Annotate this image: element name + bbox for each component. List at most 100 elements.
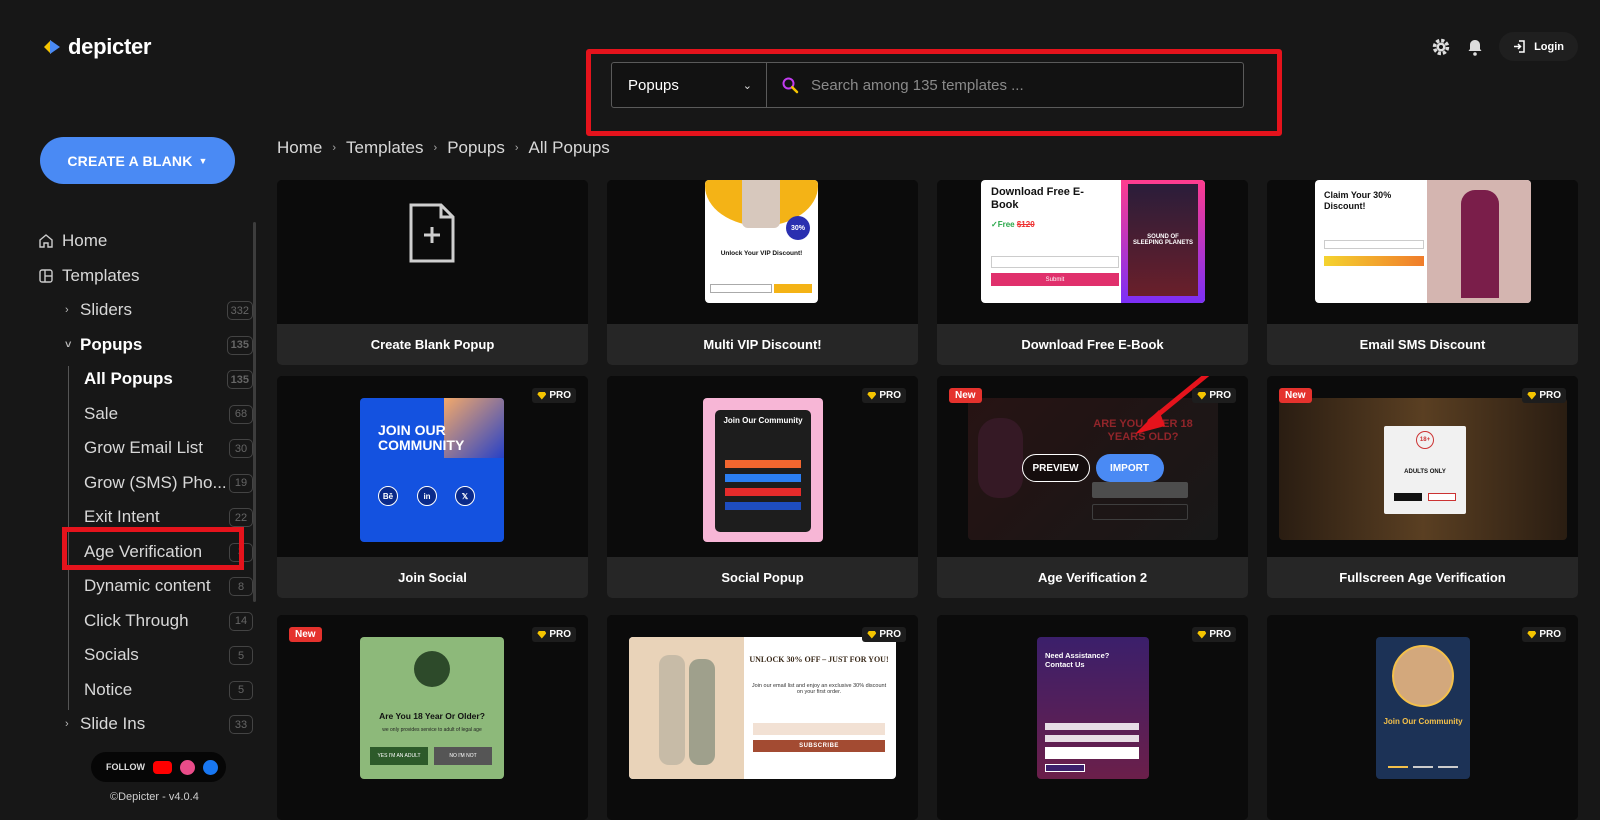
template-card-join-social[interactable]: JOIN OUR COMMUNITY Bē in 𝕏 PRO Join Soci… bbox=[277, 376, 588, 598]
chevron-down-icon: ⌄ bbox=[742, 79, 752, 92]
breadcrumb-popups[interactable]: Popups bbox=[447, 138, 505, 158]
template-card-email-sms[interactable]: Claim Your 30% Discount! Email SMS Disco… bbox=[1267, 180, 1578, 365]
thumb-preview: 30% Unlock Your VIP Discount! bbox=[705, 180, 818, 303]
template-card-age-18[interactable]: Are You 18 Year Or Older? we only provid… bbox=[277, 615, 588, 820]
gem-icon bbox=[867, 630, 877, 639]
count-badge: 135 bbox=[226, 370, 253, 389]
sidebar-item-socials[interactable]: Socials 5 bbox=[38, 638, 253, 673]
thumb-button: SUBSCRIBE bbox=[753, 740, 885, 752]
login-button[interactable]: Login bbox=[1499, 32, 1578, 61]
category-select-value: Popups bbox=[628, 76, 679, 94]
sidebar-item-click-through[interactable]: Click Through 14 bbox=[38, 604, 253, 639]
new-badge: New bbox=[949, 388, 982, 403]
dribbble-icon[interactable] bbox=[180, 759, 195, 775]
card-title: Fullscreen Age Verification bbox=[1267, 557, 1578, 598]
template-card-community-profile[interactable]: Join Our Community PRO bbox=[1267, 615, 1578, 820]
preview-button[interactable]: PREVIEW bbox=[1021, 454, 1090, 482]
thumb-heading: UNLOCK 30% OFF – JUST FOR YOU! bbox=[749, 655, 889, 664]
chevron-right-icon: › bbox=[65, 304, 69, 317]
sidebar-item-sliders[interactable]: › Sliders 332 bbox=[38, 293, 253, 328]
card-title: Email SMS Discount bbox=[1267, 324, 1578, 365]
chevron-down-icon: ˅ bbox=[65, 338, 72, 351]
count-badge: 30 bbox=[229, 439, 253, 458]
count-badge: 33 bbox=[229, 715, 253, 734]
template-card-age-verification-2[interactable]: ARE YOU OVER 18 YEARS OLD? PREVIEW IMPOR… bbox=[937, 376, 1248, 598]
breadcrumb-home[interactable]: Home bbox=[277, 138, 322, 158]
search-input[interactable] bbox=[799, 63, 1243, 107]
template-card-social-popup[interactable]: Join Our Community PRO Social Popup bbox=[607, 376, 918, 598]
gem-icon bbox=[537, 391, 547, 400]
sidebar-item-templates[interactable]: Templates bbox=[38, 259, 248, 294]
pro-badge: PRO bbox=[862, 388, 906, 403]
card-title: Join Social bbox=[277, 557, 588, 598]
template-card-fullscreen-age[interactable]: 18+ ADULTS ONLY New PRO Fullscreen Age V… bbox=[1267, 376, 1578, 598]
sidebar-item-notice[interactable]: Notice 5 bbox=[38, 673, 253, 708]
sidebar-item-all-popups[interactable]: All Popups 135 bbox=[38, 362, 253, 397]
sidebar-item-label: Grow (SMS) Pho... bbox=[84, 472, 227, 492]
breadcrumb-templates[interactable]: Templates bbox=[346, 138, 423, 158]
gear-icon[interactable] bbox=[1431, 37, 1451, 57]
follow-bar: FOLLOW bbox=[91, 752, 226, 782]
thumb-preview: JOIN OUR COMMUNITY Bē in 𝕏 bbox=[360, 398, 504, 542]
card-title: Multi VIP Discount! bbox=[607, 324, 918, 365]
youtube-icon[interactable] bbox=[153, 760, 172, 774]
sidebar-item-slide-ins[interactable]: › Slide Ins 33 bbox=[38, 707, 253, 742]
category-select[interactable]: Popups ⌄ bbox=[612, 63, 767, 107]
template-card-download-ebook[interactable]: Download Free E-Book ✓Free $120 Submit S… bbox=[937, 180, 1248, 365]
search-icon bbox=[782, 77, 799, 94]
sidebar-item-home[interactable]: Home bbox=[38, 224, 248, 259]
logo-text: depicter bbox=[68, 34, 152, 59]
template-card-unlock-30[interactable]: UNLOCK 30% OFF – JUST FOR YOU! Join our … bbox=[607, 615, 918, 820]
template-card-multi-vip[interactable]: 30% Unlock Your VIP Discount! Multi VIP … bbox=[607, 180, 918, 365]
thumb-heading: Download Free E-Book bbox=[991, 186, 1084, 212]
count-badge: 22 bbox=[229, 508, 253, 527]
sidebar-item-label: Sale bbox=[84, 403, 119, 423]
thumb-free-label: ✓Free bbox=[991, 220, 1015, 229]
file-plus-icon bbox=[409, 203, 455, 263]
follow-label: FOLLOW bbox=[106, 762, 145, 772]
count-badge: 14 bbox=[229, 611, 253, 631]
pro-badge: PRO bbox=[532, 627, 576, 642]
sidebar-item-grow-sms[interactable]: Grow (SMS) Pho... 19 bbox=[38, 466, 253, 501]
create-blank-button[interactable]: CREATE A BLANK ▼ bbox=[40, 137, 235, 184]
gem-icon bbox=[1527, 630, 1537, 639]
thumb-heading: Join Our Community bbox=[723, 416, 803, 425]
template-card-create-blank[interactable]: Create Blank Popup bbox=[277, 180, 588, 365]
discount-badge: 30% bbox=[786, 216, 810, 240]
pro-badge: PRO bbox=[862, 627, 906, 642]
depicter-logo[interactable]: depicter bbox=[42, 34, 151, 60]
chevron-right-icon: › bbox=[65, 718, 69, 731]
breadcrumb-all-popups: All Popups bbox=[528, 138, 610, 157]
sidebar-item-sale[interactable]: Sale 68 bbox=[38, 397, 253, 432]
template-card-contact-us[interactable]: Need Assistance? Contact Us PRO bbox=[937, 615, 1248, 820]
age-badge: 18+ bbox=[1416, 431, 1434, 449]
thumb-preview: Need Assistance? Contact Us bbox=[1037, 637, 1149, 779]
caret-down-icon: ▼ bbox=[198, 155, 208, 166]
chevron-right-icon: › bbox=[332, 142, 337, 154]
chevron-right-icon: › bbox=[433, 142, 438, 154]
import-button[interactable]: IMPORT bbox=[1095, 454, 1164, 482]
thumb-yes-button: YES I'M AN ADULT bbox=[370, 747, 428, 765]
thumb-preview: UNLOCK 30% OFF – JUST FOR YOU! Join our … bbox=[629, 637, 896, 779]
sidebar-scrollbar[interactable] bbox=[253, 222, 256, 602]
depicter-logo-icon bbox=[44, 40, 60, 54]
thumb-no-button: NO I'M NOT bbox=[434, 747, 492, 765]
thumb-button: Submit bbox=[991, 273, 1119, 286]
card-title: Social Popup bbox=[607, 557, 918, 598]
bell-icon[interactable] bbox=[1465, 37, 1485, 57]
sidebar-item-label: Popups bbox=[80, 334, 143, 354]
count-badge: 135 bbox=[226, 335, 253, 355]
breadcrumb: Home › Templates › Popups › All Popups bbox=[277, 138, 610, 158]
sidebar-item-dynamic-content[interactable]: Dynamic content 8 bbox=[38, 569, 253, 604]
sidebar-item-popups[interactable]: ˅ Popups 135 bbox=[38, 328, 253, 363]
sidebar-item-label: Notice bbox=[84, 679, 133, 699]
thumb-old-price: $120 bbox=[1016, 220, 1035, 229]
sidebar-item-label: Templates bbox=[62, 265, 140, 285]
sidebar-item-label: Exit Intent bbox=[84, 507, 160, 527]
sidebar-item-label: Home bbox=[62, 231, 108, 251]
sidebar-item-label: Sliders bbox=[80, 300, 132, 320]
thumb-preview: Download Free E-Book ✓Free $120 Submit S… bbox=[981, 180, 1205, 303]
sidebar-item-grow-email-list[interactable]: Grow Email List 30 bbox=[38, 431, 253, 466]
thumb-heading: Claim Your 30% Discount! bbox=[1324, 190, 1392, 211]
facebook-icon[interactable] bbox=[203, 759, 218, 775]
